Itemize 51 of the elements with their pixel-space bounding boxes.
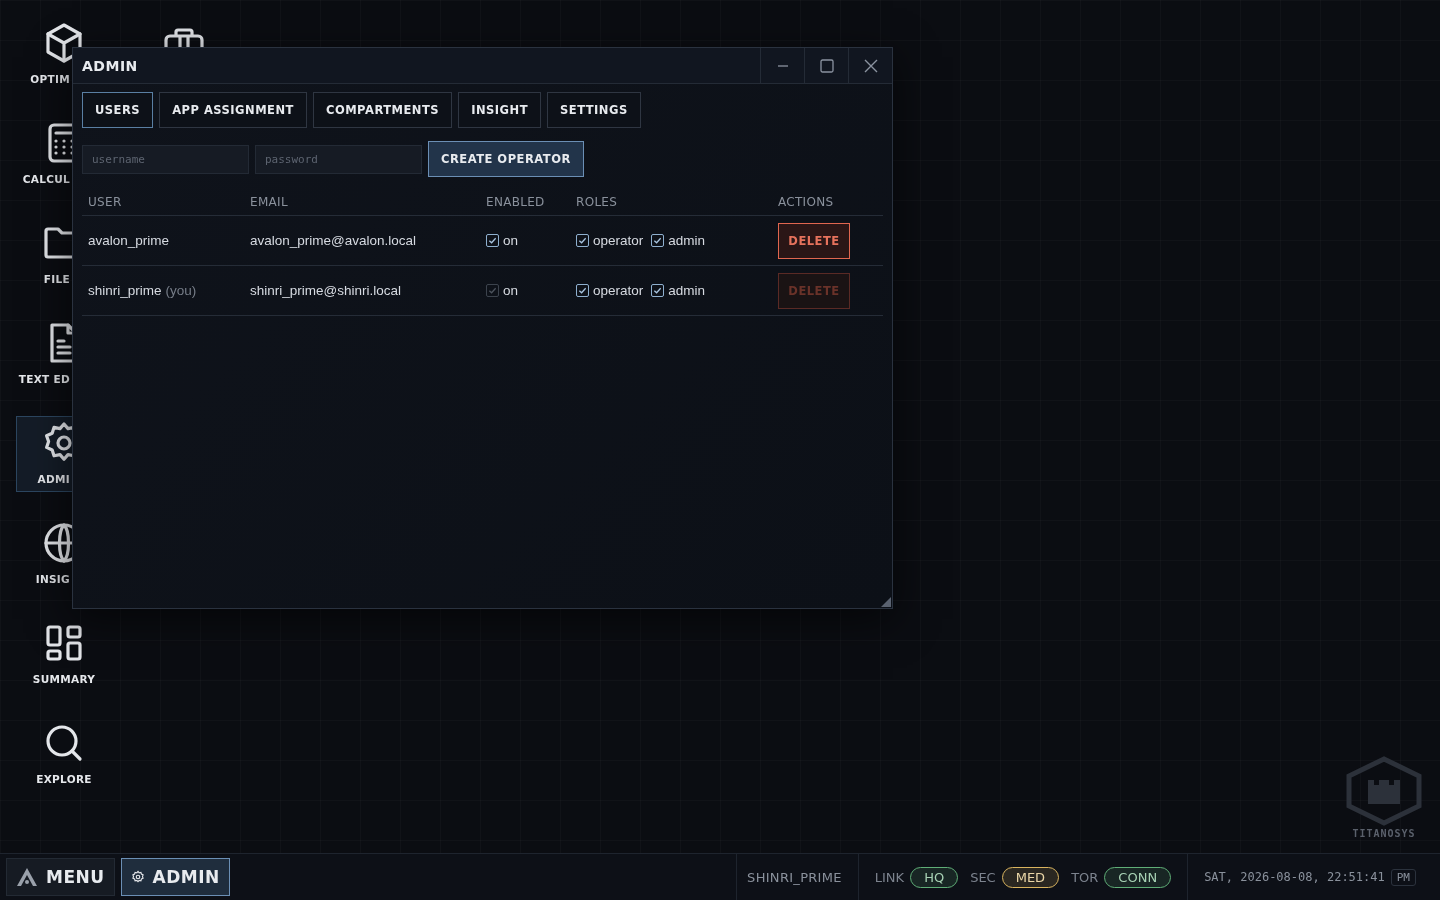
check-icon (653, 236, 663, 245)
check-icon (578, 236, 587, 245)
check-icon (488, 286, 497, 295)
tab[interactable]: SETTINGS (547, 92, 641, 128)
username-cell: shinri_prime (88, 283, 162, 298)
check-icon (488, 236, 497, 245)
column-header: USER (88, 195, 123, 209)
email-cell-text: avalon_prime@avalon.local (250, 233, 418, 248)
tab[interactable]: APP ASSIGNMENT (159, 92, 307, 128)
maximize-icon (819, 58, 834, 73)
column-header: ENABLED (486, 195, 546, 209)
desktop-shortcut[interactable]: EXPLORE (16, 716, 112, 792)
logo-text: TITANOSYS (1352, 828, 1416, 839)
enabled-checkbox[interactable]: on (486, 233, 576, 248)
you-note: (you) (165, 283, 197, 298)
window-title: ADMIN (81, 57, 139, 74)
status-pill: CONN (1104, 866, 1172, 888)
column-header: EMAIL (250, 195, 289, 209)
tab[interactable]: INSIGHT (458, 92, 541, 128)
close-icon (863, 58, 878, 73)
logo-icon (16, 867, 38, 887)
role-checkbox[interactable]: admin (651, 233, 706, 248)
check-icon (578, 286, 587, 295)
create-operator-button[interactable]: CREATE OPERATOR (428, 141, 584, 177)
status-label: SEC (970, 869, 996, 885)
role-checkbox[interactable]: admin (651, 283, 706, 298)
check-icon (653, 286, 663, 295)
username-field[interactable]: username (82, 144, 249, 174)
tab[interactable]: COMPARTMENTS (312, 92, 453, 128)
role-checkbox[interactable]: operator (576, 233, 644, 248)
desktop-shortcut[interactable]: SUMMARY (16, 616, 112, 692)
clock: SAT, 2026-08-08, 22:51:41 (1204, 870, 1385, 884)
tab[interactable]: USERS (82, 92, 154, 128)
menu-button[interactable]: MENU (6, 858, 115, 896)
taskbar-app-button[interactable]: ADMIN (120, 858, 230, 896)
status-pill: HQ (910, 866, 959, 888)
username-cell: avalon_prime (88, 233, 170, 248)
status-label: LINK (874, 869, 905, 885)
column-header: ROLES (576, 195, 619, 209)
gear-icon (130, 870, 145, 884)
castle-logo-icon (1346, 756, 1422, 826)
status-pill: MED (1001, 866, 1060, 888)
current-user: SHINRI_PRIME (747, 869, 842, 885)
role-checkbox[interactable]: operator (576, 283, 644, 298)
resize-grip-icon[interactable] (881, 597, 891, 607)
ampm-indicator: PM (1390, 868, 1416, 886)
status-label: TOR (1071, 869, 1099, 885)
delete-button[interactable]: DELETE (778, 222, 850, 259)
column-header: ACTIONS (778, 195, 835, 209)
password-field[interactable]: password (255, 144, 422, 174)
email-cell-text: shinri_prime@shinri.local (250, 283, 402, 298)
